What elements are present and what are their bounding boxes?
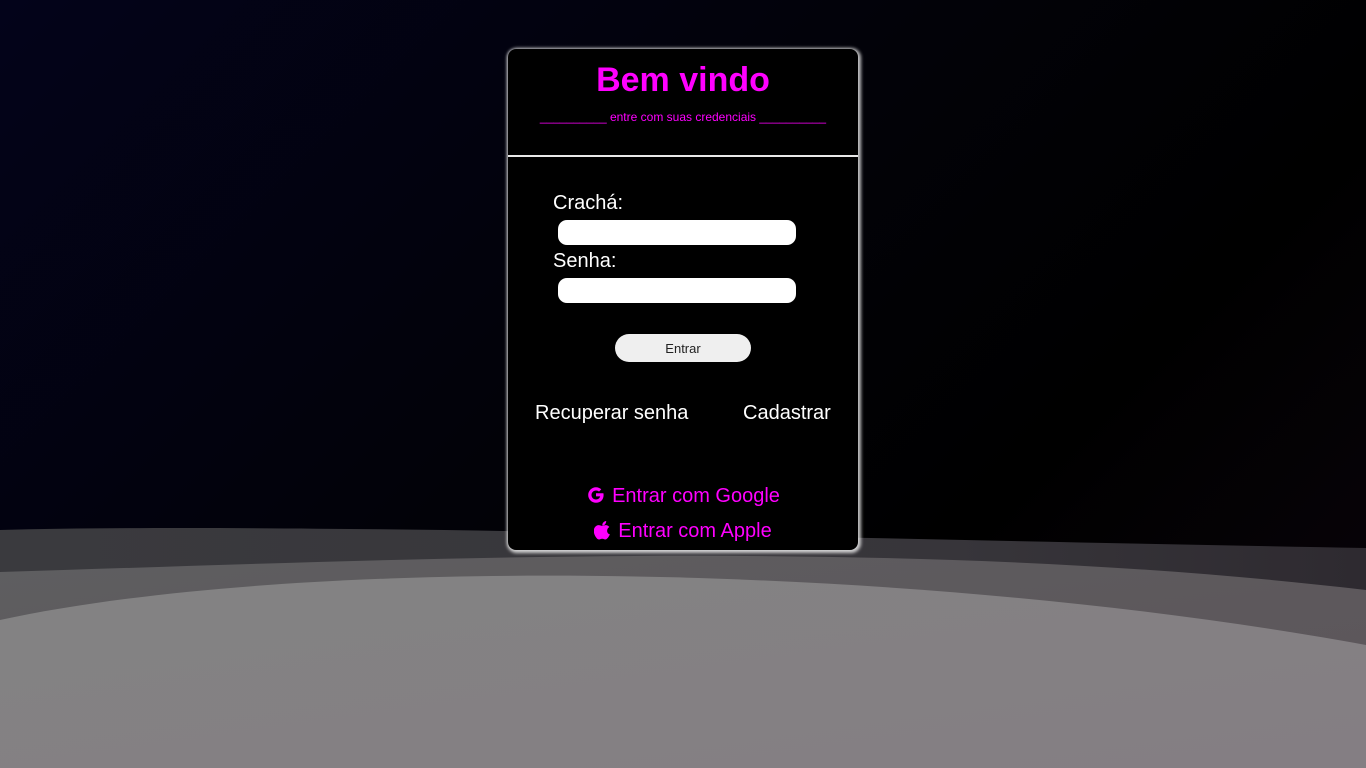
cracha-label: Crachá: [553, 192, 624, 214]
google-login-label: Entrar com Google [612, 485, 780, 507]
google-icon [586, 485, 606, 511]
recover-password-link[interactable]: Recuperar senha [535, 401, 688, 425]
page-title: Bem vindo [596, 61, 770, 99]
login-subtitle: __________ entre com suas credenciais __… [539, 110, 827, 124]
entrar-button[interactable]: Entrar [615, 334, 751, 362]
apple-login-button[interactable]: Entrar com Apple [508, 519, 858, 546]
apple-login-label: Entrar com Apple [618, 520, 772, 542]
senha-label: Senha: [553, 250, 617, 272]
cracha-input[interactable] [558, 220, 796, 245]
google-login-button[interactable]: Entrar com Google [508, 484, 858, 511]
login-card: Bem vindo __________ entre com suas cred… [508, 49, 858, 550]
divider [508, 155, 858, 157]
register-link[interactable]: Cadastrar [743, 401, 831, 425]
senha-input[interactable] [558, 278, 796, 303]
apple-icon [594, 520, 612, 546]
